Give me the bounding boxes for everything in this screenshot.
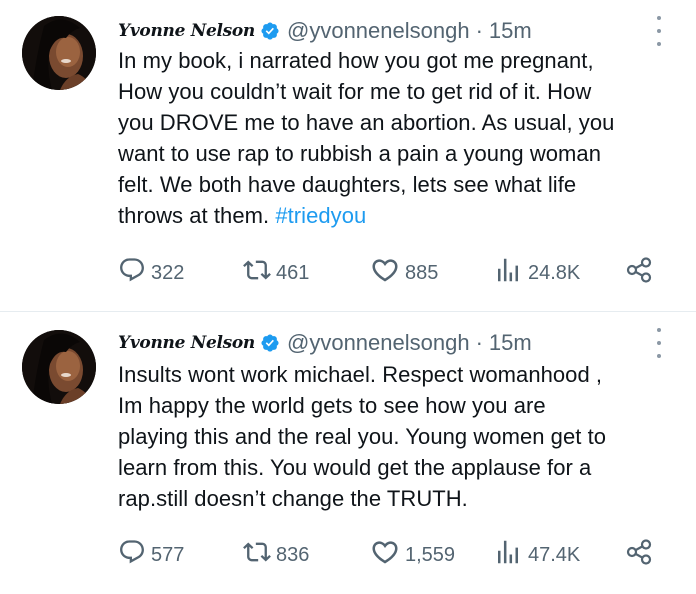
reply-button[interactable]: 322 [118, 255, 184, 291]
retweet-button[interactable]: 836 [243, 537, 309, 573]
separator: · [475, 18, 483, 43]
timestamp[interactable]: 15m [489, 330, 532, 356]
separator: · [475, 330, 483, 355]
handle[interactable]: @yvonnenelsongh [287, 330, 470, 356]
like-count: 1,559 [405, 543, 456, 566]
verified-badge-icon [260, 21, 280, 41]
retweet-icon [243, 256, 271, 290]
like-button[interactable]: 1,559 [370, 537, 455, 573]
share-button[interactable] [623, 255, 655, 291]
reply-icon [118, 256, 146, 290]
display-name[interactable]: Yvonne Nelson [118, 21, 255, 41]
display-name[interactable]: Yvonne Nelson [118, 333, 255, 353]
reply-button[interactable]: 577 [118, 537, 184, 573]
views-count: 47.4K [528, 543, 581, 566]
handle[interactable]: @yvonnenelsongh [287, 18, 470, 44]
tweet[interactable]: Yvonne Nelson @yvonnenelsongh · 15m In m… [0, 0, 696, 311]
tweet-text-line: playing this and the real you. Young wom… [118, 424, 607, 449]
more-options-icon[interactable] [654, 328, 664, 358]
retweet-button[interactable]: 461 [243, 255, 309, 291]
views-button[interactable]: 24.8K [493, 255, 580, 291]
tweet-text-line: rap.still doesn’t change the TRUTH. [118, 486, 468, 511]
views-count: 24.8K [528, 261, 581, 284]
reply-icon [118, 538, 146, 572]
tweet-text-line: In my book, i narrated how you got me pr… [118, 48, 594, 73]
views-button[interactable]: 47.4K [493, 537, 580, 573]
retweet-count: 461 [276, 261, 310, 284]
tweet-header: Yvonne Nelson @yvonnenelsongh · 15m [118, 327, 658, 359]
share-icon [623, 254, 655, 292]
tweet-text-line: Insults wont work michael. Respect woman… [118, 362, 603, 387]
tweet-text-line: felt. We both have daughters, lets see w… [118, 172, 577, 197]
more-options-icon[interactable] [654, 16, 664, 46]
share-icon [623, 536, 655, 574]
hashtag-link[interactable]: #triedyou [275, 203, 366, 228]
action-bar: 577 836 1,559 47.4K [118, 537, 678, 573]
retweet-icon [243, 538, 271, 572]
timestamp[interactable]: 15m [489, 18, 532, 44]
tweet-text: In my book, i narrated how you got me pr… [118, 45, 683, 231]
tweet-text-line: you DROVE me to have an abortion. As usu… [118, 110, 615, 135]
tweet-text-line: How you couldn’t wait for me to get rid … [118, 79, 592, 104]
tweet-text-line: Im happy the world gets to see how you a… [118, 393, 546, 418]
like-count: 885 [405, 261, 439, 284]
retweet-count: 836 [276, 543, 310, 566]
reply-count: 322 [151, 261, 185, 284]
like-icon [370, 255, 400, 291]
avatar[interactable] [22, 16, 96, 90]
share-button[interactable] [623, 537, 655, 573]
views-icon [493, 255, 523, 291]
tweet-header: Yvonne Nelson @yvonnenelsongh · 15m [118, 15, 658, 47]
reply-count: 577 [151, 543, 185, 566]
tweet-text-line: throws at them. #triedyou [118, 200, 683, 231]
tweet-text-line: learn from this. You would get the appla… [118, 455, 592, 480]
like-button[interactable]: 885 [370, 255, 438, 291]
tweet-text-segment: throws at them. [118, 203, 276, 228]
like-icon [370, 537, 400, 573]
views-icon [493, 537, 523, 573]
tweet-text-line: want to use rap to rubbish a pain a youn… [118, 141, 601, 166]
tweet[interactable]: Yvonne Nelson @yvonnenelsongh · 15m Insu… [0, 312, 696, 594]
tweet-text: Insults wont work michael. Respect woman… [118, 359, 683, 514]
action-bar: 322 461 885 24.8K [118, 255, 678, 291]
verified-badge-icon [260, 333, 280, 353]
avatar[interactable] [22, 330, 96, 404]
